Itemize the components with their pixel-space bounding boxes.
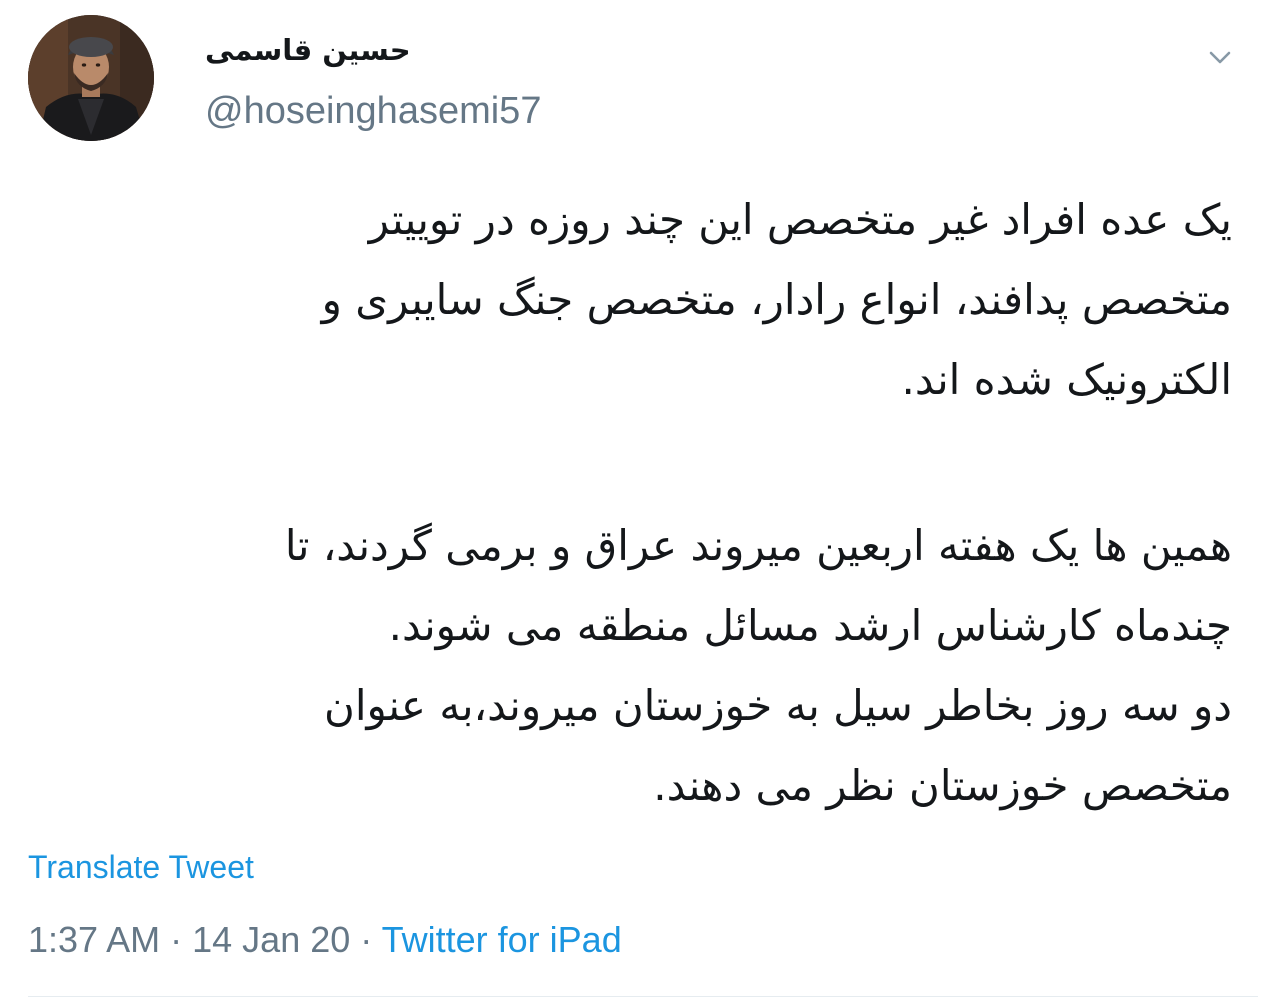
translate-tweet-link[interactable]: Translate Tweet: [28, 846, 254, 888]
meta-separator: ·: [170, 919, 183, 960]
tweet-line: متخصص خوزستان نظر می دهند.: [653, 761, 1232, 810]
tweet-text: یک عده افراد غیر متخصص این چند روزه در ت…: [120, 180, 1232, 826]
tweet-line: دو سه روز بخاطر سیل به خوزستان میروند،به…: [324, 681, 1232, 730]
tweet-line: یک عده افراد غیر متخصص این چند روزه در ت…: [368, 195, 1232, 244]
tweet-date[interactable]: 14 Jan 20: [192, 919, 350, 960]
meta-separator: ·: [360, 919, 373, 960]
tweet-line: متخصص پدافند، انواع رادار، متخصص جنگ سای…: [321, 275, 1232, 324]
profile-photo-icon: [28, 15, 154, 141]
tweet-meta: 1:37 AM · 14 Jan 20 · Twitter for iPad: [28, 917, 622, 963]
handle[interactable]: @hoseinghasemi57: [205, 88, 541, 134]
avatar[interactable]: [28, 15, 154, 141]
tweet-line: همین ها یک هفته اربعین میروند عراق و برم…: [284, 521, 1232, 570]
tweet-time[interactable]: 1:37 AM: [28, 919, 160, 960]
display-name[interactable]: حسین قاسمی: [205, 28, 411, 72]
divider: [28, 996, 1258, 997]
tweet-line: الکترونیک شده اند.: [901, 355, 1232, 404]
tweet-card: حسین قاسمی @hoseinghasemi57 یک عده افراد…: [0, 0, 1280, 1001]
tweet-line: چندماه کارشناس ارشد مسائل منطقه می شوند.: [388, 601, 1232, 650]
chevron-down-icon[interactable]: [1203, 40, 1237, 74]
tweet-source-link[interactable]: Twitter for iPad: [382, 919, 622, 960]
